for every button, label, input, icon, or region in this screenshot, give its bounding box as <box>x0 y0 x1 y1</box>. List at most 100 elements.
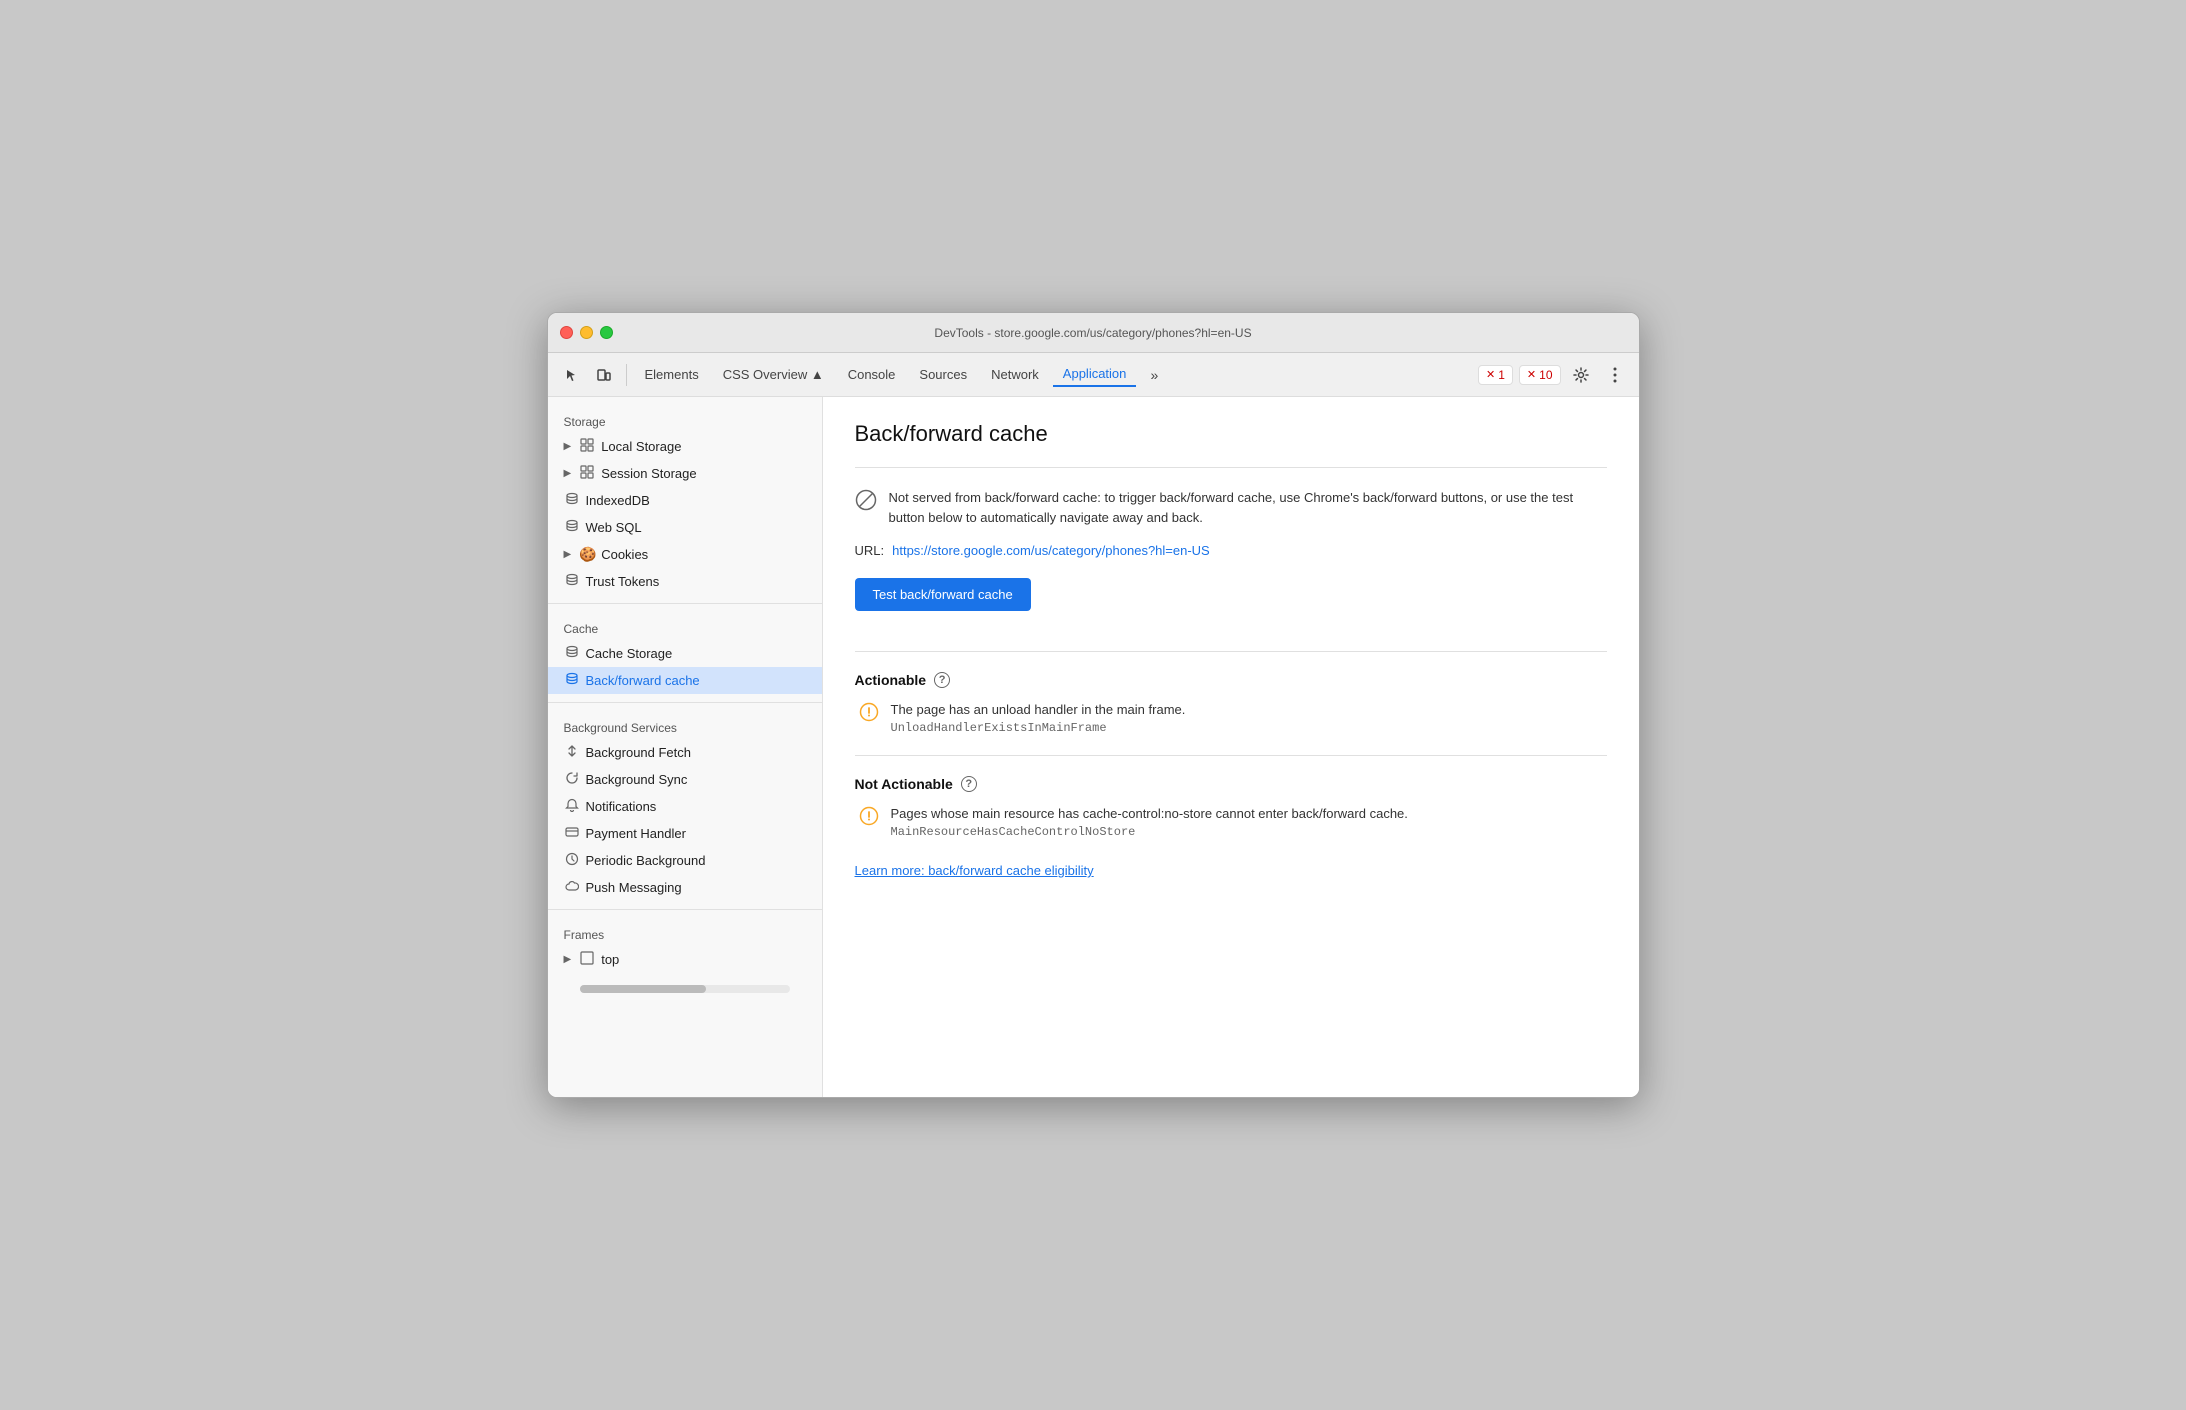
tab-css-overview[interactable]: CSS Overview ▲ <box>713 363 834 386</box>
device-toggle-button[interactable] <box>590 361 618 389</box>
arrow-icon: ▶ <box>564 468 572 479</box>
notifications-label: Notifications <box>586 799 657 814</box>
toolbar-separator <box>626 364 627 386</box>
web-sql-label: Web SQL <box>586 520 642 535</box>
sidebar-item-web-sql[interactable]: Web SQL <box>548 514 822 541</box>
divider-between <box>855 755 1607 756</box>
traffic-lights <box>560 326 613 339</box>
warning-icon-1 <box>859 702 879 727</box>
periodic-bg-label: Periodic Background <box>586 853 706 868</box>
push-messaging-label: Push Messaging <box>586 880 682 895</box>
payment-icon <box>564 825 580 842</box>
scroll-thumb <box>580 985 706 993</box>
sidebar-item-notifications[interactable]: Notifications <box>548 793 822 820</box>
warning-icon-2 <box>859 806 879 831</box>
cache-section-title: Cache <box>548 612 822 640</box>
close-button[interactable] <box>560 326 573 339</box>
bg-section-title: Background Services <box>548 711 822 739</box>
cursor-tool-button[interactable] <box>558 361 586 389</box>
minimize-button[interactable] <box>580 326 593 339</box>
arrow-icon: ▶ <box>564 441 572 452</box>
tab-elements[interactable]: Elements <box>635 363 709 386</box>
not-actionable-issue-title: Pages whose main resource has cache-cont… <box>891 806 1607 821</box>
db-icon <box>564 573 580 590</box>
sidebar-item-cookies[interactable]: ▶ 🍪 Cookies <box>548 541 822 568</box>
not-actionable-help-icon[interactable]: ? <box>961 776 977 792</box>
tab-sources[interactable]: Sources <box>909 363 977 386</box>
divider-3 <box>548 909 822 910</box>
sidebar-item-periodic-bg[interactable]: Periodic Background <box>548 847 822 874</box>
blocked-icon <box>855 489 877 517</box>
db-icon <box>564 519 580 536</box>
window-title: DevTools - store.google.com/us/category/… <box>934 326 1251 340</box>
more-options-button[interactable] <box>1601 361 1629 389</box>
sidebar-item-backforward-cache[interactable]: Back/forward cache <box>548 667 822 694</box>
top-frame-label: top <box>601 952 619 967</box>
sidebar-item-trust-tokens[interactable]: Trust Tokens <box>548 568 822 595</box>
frame-icon <box>579 951 595 968</box>
clock-icon <box>564 852 580 869</box>
cookies-label: Cookies <box>601 547 648 562</box>
cloud-icon <box>564 879 580 896</box>
sidebar-item-cache-storage[interactable]: Cache Storage <box>548 640 822 667</box>
more-tabs-button[interactable]: » <box>1140 361 1168 389</box>
not-actionable-issue-item: Pages whose main resource has cache-cont… <box>855 806 1607 839</box>
bell-icon <box>564 798 580 815</box>
test-button[interactable]: Test back/forward cache <box>855 578 1031 611</box>
info-message: Not served from back/forward cache: to t… <box>889 488 1607 527</box>
arrow-icon: ▶ <box>564 549 572 560</box>
maximize-button[interactable] <box>600 326 613 339</box>
cache-storage-label: Cache Storage <box>586 646 673 661</box>
error-badge-1[interactable]: ✕ 1 <box>1478 365 1513 385</box>
sidebar-item-indexeddb[interactable]: IndexedDB <box>548 487 822 514</box>
divider-1 <box>548 603 822 604</box>
actionable-issue-item: The page has an unload handler in the ma… <box>855 702 1607 735</box>
learn-more-link[interactable]: Learn more: back/forward cache eligibili… <box>855 863 1094 878</box>
actionable-help-icon[interactable]: ? <box>934 672 950 688</box>
arrow-icon: ▶ <box>564 954 572 965</box>
tab-network[interactable]: Network <box>981 363 1049 386</box>
main-panel: Back/forward cache Not served from back/… <box>823 397 1639 1097</box>
payment-handler-label: Payment Handler <box>586 826 686 841</box>
indexeddb-label: IndexedDB <box>586 493 650 508</box>
tab-console[interactable]: Console <box>838 363 906 386</box>
url-value: https://store.google.com/us/category/pho… <box>892 543 1210 558</box>
devtools-window: DevTools - store.google.com/us/category/… <box>547 312 1640 1098</box>
sidebar-item-bg-sync[interactable]: Background Sync <box>548 766 822 793</box>
not-actionable-label: Not Actionable <box>855 776 953 792</box>
actionable-issue-code: UnloadHandlerExistsInMainFrame <box>891 721 1607 735</box>
actionable-heading: Actionable ? <box>855 672 1607 688</box>
toolbar-right: ✕ 1 ✕ 10 <box>1478 361 1628 389</box>
sidebar-item-session-storage[interactable]: ▶ Session Storage <box>548 460 822 487</box>
tab-application[interactable]: Application <box>1053 362 1137 387</box>
actionable-label: Actionable <box>855 672 927 688</box>
actionable-issue-content: The page has an unload handler in the ma… <box>891 702 1607 735</box>
sidebar: Storage ▶ Local Storage ▶ Session Storag… <box>548 397 823 1097</box>
sync-icon <box>564 771 580 788</box>
settings-button[interactable] <box>1567 361 1595 389</box>
sidebar-item-payment-handler[interactable]: Payment Handler <box>548 820 822 847</box>
sidebar-item-push-messaging[interactable]: Push Messaging <box>548 874 822 901</box>
sidebar-item-local-storage[interactable]: ▶ Local Storage <box>548 433 822 460</box>
bg-fetch-label: Background Fetch <box>586 745 692 760</box>
grid-icon <box>579 465 595 482</box>
title-bar: DevTools - store.google.com/us/category/… <box>548 313 1639 353</box>
main-title: Back/forward cache <box>855 421 1607 447</box>
db-icon <box>564 672 580 689</box>
divider-top <box>855 467 1607 468</box>
error-badge-2[interactable]: ✕ 10 <box>1519 365 1561 385</box>
sidebar-item-bg-fetch[interactable]: Background Fetch <box>548 739 822 766</box>
not-actionable-issue-content: Pages whose main resource has cache-cont… <box>891 806 1607 839</box>
info-box: Not served from back/forward cache: to t… <box>855 488 1607 527</box>
bg-sync-label: Background Sync <box>586 772 688 787</box>
error-count-1: 1 <box>1498 368 1505 382</box>
not-actionable-heading: Not Actionable ? <box>855 776 1607 792</box>
frames-section-title: Frames <box>548 918 822 946</box>
content-area: Storage ▶ Local Storage ▶ Session Storag… <box>548 397 1639 1097</box>
sidebar-item-top-frame[interactable]: ▶ top <box>548 946 822 973</box>
actionable-issue-title: The page has an unload handler in the ma… <box>891 702 1607 717</box>
error-count-2: 10 <box>1539 368 1552 382</box>
scroll-indicator <box>580 985 790 993</box>
divider-2 <box>548 702 822 703</box>
cookie-icon: 🍪 <box>579 546 595 563</box>
